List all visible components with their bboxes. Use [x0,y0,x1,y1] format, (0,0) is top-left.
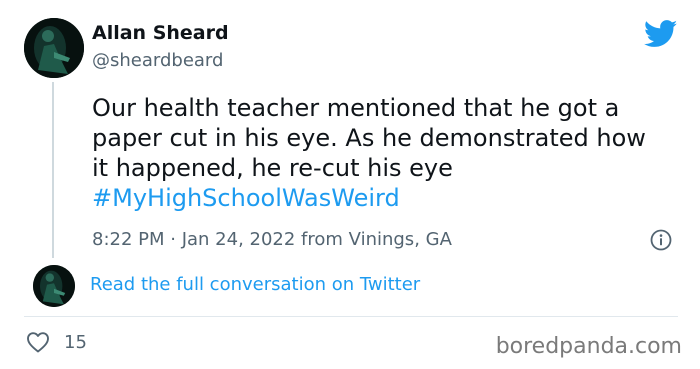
author-avatar[interactable] [24,18,84,78]
tweet-text: Our health teacher mentioned that he got… [92,93,692,213]
hashtag-link[interactable]: #MyHighSchoolWasWeird [92,183,692,213]
avatar-image [24,18,84,78]
thread-line [52,82,54,258]
author-name[interactable]: Allan Sheard [92,22,229,44]
read-conversation-link[interactable]: Read the full conversation on Twitter [90,274,420,295]
like-count: 15 [64,332,87,353]
reply-avatar[interactable] [33,265,75,307]
author-handle[interactable]: @sheardbeard [92,50,223,71]
tweet-line-1: Our health teacher mentioned that he got… [92,94,620,122]
divider [24,316,678,317]
watermark-text: boredpanda.com [495,334,682,359]
twitter-bird-icon[interactable] [644,20,678,48]
info-icon[interactable] [650,229,672,251]
heart-icon[interactable] [26,331,50,353]
tweet-timestamp[interactable]: 8:22 PM · Jan 24, 2022 from Vinings, GA [92,229,452,250]
tweet-line-3: it happened, he re-cut his eye [92,154,453,182]
tweet-line-2: paper cut in his eye. As he demonstrated… [92,124,646,152]
avatar-image-small [33,265,75,307]
